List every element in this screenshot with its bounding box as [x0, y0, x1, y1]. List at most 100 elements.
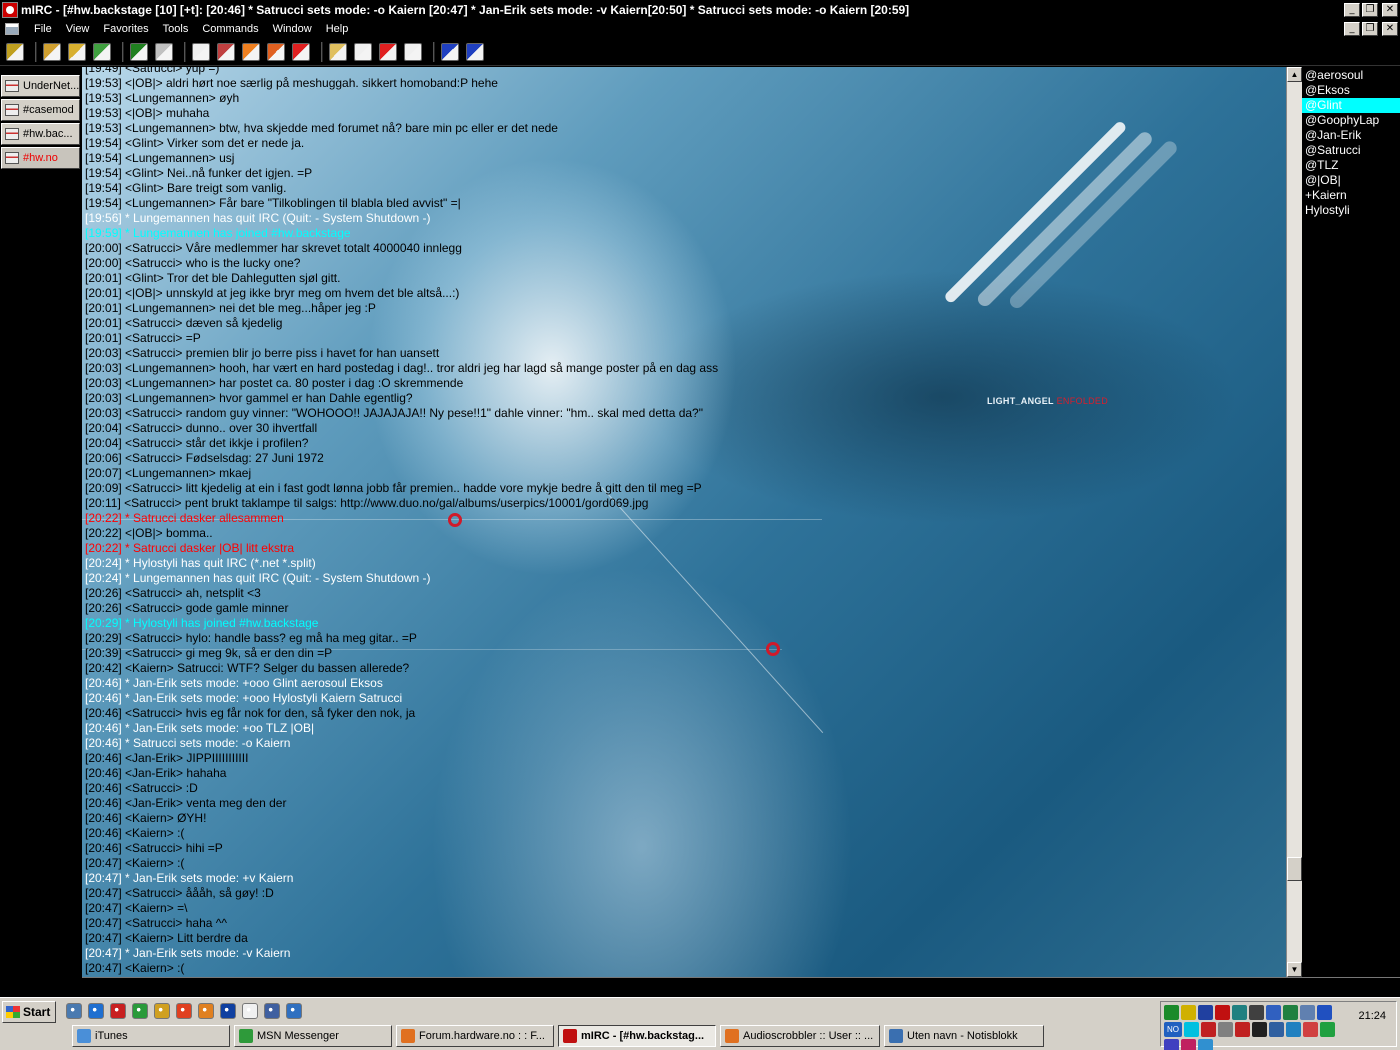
- cascade-icon[interactable]: [441, 42, 459, 61]
- channel-window-icon[interactable]: [5, 22, 19, 35]
- tray-icon[interactable]: [1184, 1022, 1199, 1037]
- tray-icon[interactable]: [1303, 1022, 1318, 1037]
- chat-line: [20:03] <Lungemannen> har postet ca. 80 …: [85, 376, 464, 390]
- address-book-icon[interactable]: [93, 42, 111, 61]
- mirc-app-icon[interactable]: [2, 1, 18, 18]
- switchbar-item[interactable]: #hw.no: [1, 147, 80, 169]
- log-icon[interactable]: [354, 42, 372, 61]
- tool-icon[interactable]: [154, 1003, 170, 1019]
- tray-icon[interactable]: [1266, 1005, 1281, 1020]
- nick-list-item[interactable]: @TLZ: [1302, 158, 1400, 173]
- child-close-button[interactable]: ✕: [1382, 21, 1398, 36]
- menu-file[interactable]: File: [27, 23, 59, 35]
- tray-icon[interactable]: [1283, 1005, 1298, 1020]
- minimize-button[interactable]: _: [1344, 2, 1360, 17]
- taskbar-button[interactable]: MSN Messenger: [234, 1025, 392, 1047]
- tray-icon[interactable]: [1249, 1005, 1264, 1020]
- panda-icon[interactable]: [242, 1003, 258, 1019]
- ie-icon[interactable]: [88, 1003, 104, 1019]
- tray-icon[interactable]: [1218, 1022, 1233, 1037]
- nick-list-item[interactable]: @aerosoul: [1302, 68, 1400, 83]
- chat-line: [20:46] <Satrucci> hvis eg får nok for d…: [85, 706, 416, 720]
- notify-icon[interactable]: [155, 42, 173, 61]
- tray-icon[interactable]: [1317, 1005, 1332, 1020]
- clock[interactable]: 21:24: [1358, 1010, 1386, 1022]
- tray-icon[interactable]: [1201, 1022, 1216, 1037]
- chat-line: [20:03] <Lungemannen> hvor gammel er han…: [85, 391, 413, 405]
- menu-window[interactable]: Window: [266, 23, 319, 35]
- folder-icon[interactable]: [264, 1003, 280, 1019]
- nick-list-item[interactable]: @Jan-Erik: [1302, 128, 1400, 143]
- script-icon[interactable]: [242, 42, 260, 61]
- language-indicator[interactable]: NO: [1164, 1022, 1182, 1037]
- menu-favorites[interactable]: Favorites: [96, 23, 155, 35]
- maximize-button[interactable]: ❐: [1362, 2, 1378, 17]
- timer-icon[interactable]: [217, 42, 235, 61]
- start-button[interactable]: Start: [2, 1001, 56, 1023]
- switchbar-item[interactable]: #hw.bac...: [1, 123, 80, 145]
- child-restore-button[interactable]: ❐: [1362, 21, 1378, 36]
- tray-icon[interactable]: [1215, 1005, 1230, 1020]
- quick-launch: [66, 1003, 302, 1019]
- colors-icon[interactable]: [379, 42, 397, 61]
- nick-list-item[interactable]: @Satrucci: [1302, 143, 1400, 158]
- scroll-up-arrow[interactable]: ▲: [1287, 67, 1302, 82]
- channels-icon[interactable]: [130, 42, 148, 61]
- channel-list-icon[interactable]: [292, 42, 310, 61]
- text-icon[interactable]: [329, 42, 347, 61]
- menu-commands[interactable]: Commands: [195, 23, 265, 35]
- tray-icon[interactable]: [1164, 1039, 1179, 1050]
- message-input[interactable]: [82, 977, 1400, 995]
- tray-icon[interactable]: [1300, 1005, 1315, 1020]
- nick-list-item[interactable]: +Kaiern: [1302, 188, 1400, 203]
- chrome-icon[interactable]: [176, 1003, 192, 1019]
- network-icon[interactable]: [286, 1003, 302, 1019]
- menu-view[interactable]: View: [59, 23, 97, 35]
- taskbar-button[interactable]: iTunes: [72, 1025, 230, 1047]
- nick-list-item[interactable]: @Glint: [1302, 98, 1400, 113]
- tray-icon[interactable]: [1235, 1022, 1250, 1037]
- menu-help[interactable]: Help: [319, 23, 356, 35]
- tray-icon[interactable]: [1232, 1005, 1247, 1020]
- switchbar-item[interactable]: #casemod: [1, 99, 80, 121]
- tile-icon[interactable]: [404, 42, 422, 61]
- tray-icon[interactable]: [1164, 1005, 1179, 1020]
- dcc-icon[interactable]: [192, 42, 210, 61]
- l-icon[interactable]: [220, 1003, 236, 1019]
- taskbar-button[interactable]: Audioscrobbler :: User :: ...: [720, 1025, 880, 1047]
- tray-icon[interactable]: [1252, 1022, 1267, 1037]
- nick-list-item[interactable]: @|OB|: [1302, 173, 1400, 188]
- scroll-thumb[interactable]: [1287, 857, 1302, 881]
- folder-icon[interactable]: [68, 42, 86, 61]
- scroll-down-arrow[interactable]: ▼: [1287, 962, 1302, 977]
- opera-icon[interactable]: [110, 1003, 126, 1019]
- tray-icon[interactable]: [1181, 1005, 1196, 1020]
- close-button[interactable]: ✕: [1382, 2, 1398, 17]
- window-titlebar[interactable]: mIRC - [#hw.backstage [10] [+t]: [20:46]…: [0, 0, 1400, 19]
- connect-icon[interactable]: [6, 42, 24, 61]
- menu-tools[interactable]: Tools: [156, 23, 196, 35]
- taskbar-button[interactable]: Forum.hardware.no : : F...: [396, 1025, 554, 1047]
- tray-icon[interactable]: [1198, 1039, 1213, 1050]
- chat-line: [20:47] <Kaiern> Litt berdre da: [85, 931, 248, 945]
- firefox-icon[interactable]: [198, 1003, 214, 1019]
- url-icon[interactable]: [267, 42, 285, 61]
- channel-chat-area[interactable]: LIGHT_ANGEL ENFOLDED [19:49] <Satrucci> …: [82, 67, 1286, 977]
- chat-scrollbar[interactable]: ▲ ▼: [1286, 67, 1302, 977]
- options-icon[interactable]: [43, 42, 61, 61]
- tray-icon[interactable]: [1181, 1039, 1196, 1050]
- switchbar-item[interactable]: UnderNet...: [1, 75, 80, 97]
- child-minimize-button[interactable]: _: [1344, 21, 1360, 36]
- show-desktop-icon[interactable]: [66, 1003, 82, 1019]
- nick-list-item[interactable]: @GoophyLap: [1302, 113, 1400, 128]
- help-icon[interactable]: [466, 42, 484, 61]
- taskbar-button[interactable]: Uten navn - Notisblokk: [884, 1025, 1044, 1047]
- taskbar-button[interactable]: mIRC - [#hw.backstag...: [558, 1025, 716, 1047]
- tray-icon[interactable]: [1269, 1022, 1284, 1037]
- winamp-icon[interactable]: [132, 1003, 148, 1019]
- nick-list-item[interactable]: Hylostyli: [1302, 203, 1400, 218]
- tray-icon[interactable]: [1198, 1005, 1213, 1020]
- nick-list-item[interactable]: @Eksos: [1302, 83, 1400, 98]
- tray-icon[interactable]: [1320, 1022, 1335, 1037]
- tray-icon[interactable]: [1286, 1022, 1301, 1037]
